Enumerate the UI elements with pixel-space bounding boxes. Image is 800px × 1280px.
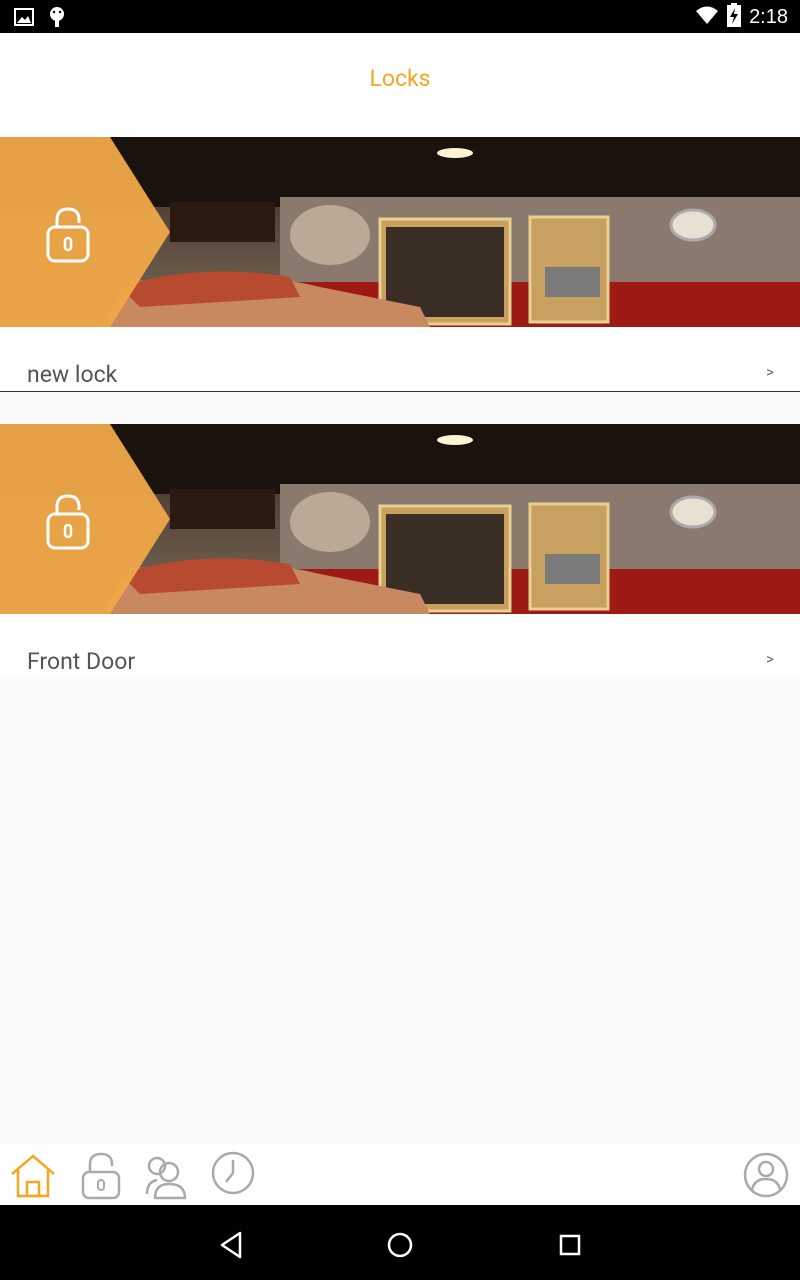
lock-list-item[interactable]: Front Door > [0,424,800,679]
chevron-right-icon[interactable]: > [766,363,774,381]
lock-icon[interactable] [76,1150,126,1200]
clock-icon[interactable] [208,1150,258,1200]
home-icon[interactable] [8,1150,58,1200]
app-header: Locks [0,33,800,137]
profile-icon[interactable] [741,1150,791,1200]
status-right-icons: 2:18 [695,3,788,31]
image-icon [14,8,34,30]
status-time: 2:18 [749,5,788,28]
recents-icon[interactable] [552,1227,588,1263]
lock-banner-image[interactable] [0,137,800,327]
chevron-right-icon[interactable]: > [766,650,774,668]
users-icon[interactable] [141,1150,191,1200]
page-title: Locks [369,65,431,92]
home-circle-icon[interactable] [382,1227,418,1263]
lock-name[interactable]: new lock [27,361,117,388]
system-nav-bar [0,1205,800,1280]
lock-banner-image[interactable] [0,424,800,614]
status-left-icons [14,6,66,32]
lock-name[interactable]: Front Door [27,648,135,675]
status-bar: 2:18 [0,0,800,33]
android-debug-icon [48,6,66,32]
lock-list-item[interactable]: new lock > [0,137,800,392]
divider [0,391,800,392]
battery-charging-icon [727,3,742,31]
wifi-icon [695,5,719,29]
bottom-nav [0,1144,800,1205]
back-icon[interactable] [213,1227,249,1263]
